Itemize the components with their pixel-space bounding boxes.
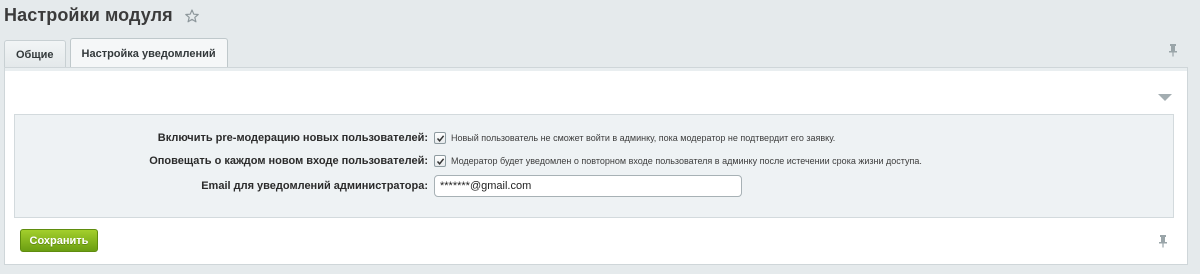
login-notify-note: Модератор будет уведомлен о повторном вх…	[451, 156, 922, 166]
admin-email-row: Email для уведомлений администратора:	[15, 174, 1173, 198]
admin-email-label: Email для уведомлений администратора:	[201, 180, 428, 192]
settings-panel: Включить pre-модерацию новых пользовател…	[4, 67, 1188, 265]
login-notify-checkbox[interactable]	[434, 155, 446, 167]
page-title: Настройки модуля	[4, 4, 173, 25]
tab-general[interactable]: Общие	[4, 40, 66, 68]
login-notify-row: Оповещать о каждом новом входе пользоват…	[15, 151, 1173, 171]
pre-moderation-note: Новый пользователь не сможет войти в адм…	[451, 133, 836, 143]
pre-moderation-row: Включить pre-модерацию новых пользовател…	[15, 128, 1173, 148]
pin-icon[interactable]	[1167, 43, 1179, 57]
tab-notification-settings-label: Настройка уведомлений	[81, 47, 216, 60]
save-button[interactable]: Сохранить	[20, 229, 98, 252]
panel-divider	[5, 68, 1187, 71]
login-notify-label: Оповещать о каждом новом входе пользоват…	[149, 155, 428, 167]
tab-general-label: Общие	[16, 48, 54, 61]
module-settings-page: Настройки модуля Общие Настройка уведомл…	[0, 0, 1200, 274]
collapse-triangle-icon[interactable]	[1158, 89, 1172, 101]
save-button-label: Сохранить	[29, 234, 89, 247]
admin-email-input[interactable]	[434, 175, 742, 197]
tab-notification-settings[interactable]: Настройка уведомлений	[69, 38, 228, 68]
settings-form: Включить pre-модерацию новых пользовател…	[14, 114, 1174, 218]
pin-icon[interactable]	[1157, 234, 1169, 248]
tab-bar: Общие Настройка уведомлений	[4, 38, 232, 68]
pre-moderation-checkbox[interactable]	[434, 132, 446, 144]
pre-moderation-label: Включить pre-модерацию новых пользовател…	[157, 132, 428, 144]
title-row: Настройки модуля	[4, 2, 199, 28]
star-icon[interactable]	[184, 9, 199, 23]
